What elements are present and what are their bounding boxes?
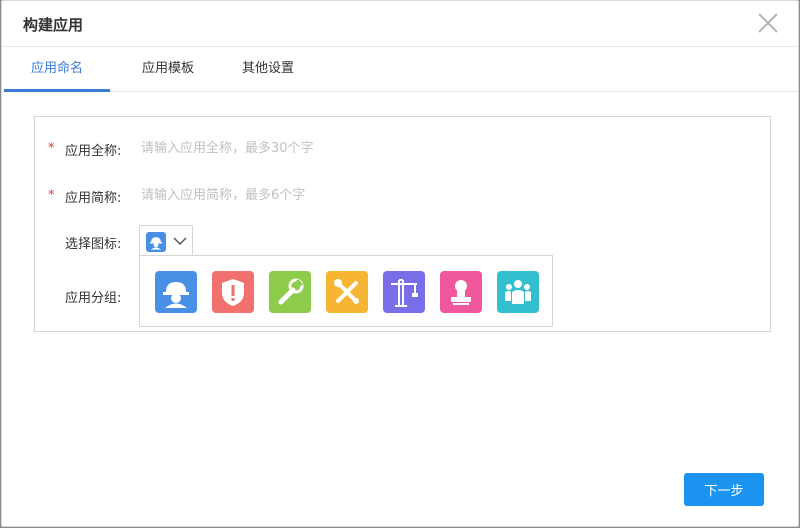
naming-form: * 应用全称: * 应用简称: 选择图标: 应用分组: [34, 116, 771, 332]
close-button[interactable] [756, 11, 780, 35]
tab-bar: 应用命名 应用模板 其他设置 [2, 47, 798, 92]
shield-alert-icon [222, 279, 244, 306]
group-label: 应用分组: [65, 291, 122, 306]
dialog-title: 构建应用 [23, 16, 84, 34]
next-step-button[interactable]: 下一步 [684, 473, 764, 506]
required-mark: * [48, 188, 55, 203]
tools-icon [334, 279, 359, 304]
icon-option-stamp[interactable] [440, 271, 482, 313]
icon-option-worker-helmet[interactable] [155, 271, 197, 313]
icon-option-tools[interactable] [326, 271, 368, 313]
full-name-input[interactable] [141, 137, 561, 159]
icon-option-wrench[interactable] [269, 271, 311, 313]
chevron-down-icon [173, 237, 187, 246]
stamp-icon [451, 280, 471, 305]
icon-option-team[interactable] [497, 271, 539, 313]
wrench-icon [278, 278, 304, 305]
tab-label: 应用模板 [141, 61, 194, 76]
icon-select-label: 选择图标: [65, 237, 122, 252]
icon-option-tower-crane[interactable] [383, 271, 425, 313]
worker-helmet-icon [163, 282, 189, 308]
short-name-input[interactable] [141, 184, 561, 206]
required-mark: * [48, 141, 55, 156]
tab-label: 应用命名 [30, 61, 83, 76]
icon-select-dropdown[interactable] [139, 225, 193, 255]
build-app-dialog: 构建应用 应用命名 应用模板 其他设置 * 应用全称: * 应用简称: 选择图标… [1, 0, 799, 527]
team-icon [505, 280, 531, 304]
dialog-header: 构建应用 [2, 1, 798, 47]
tab-app-template[interactable]: 应用模板 [115, 47, 221, 92]
tower-crane-icon [391, 279, 418, 307]
close-icon [758, 13, 778, 33]
tab-label: 其他设置 [241, 61, 294, 76]
tab-app-naming[interactable]: 应用命名 [4, 47, 110, 92]
full-name-label: 应用全称: [65, 144, 122, 159]
short-name-label: 应用简称: [65, 191, 122, 206]
worker-helmet-icon [146, 232, 166, 252]
icon-option-shield-alert[interactable] [212, 271, 254, 313]
icon-picker-panel [139, 255, 553, 327]
tab-other-settings[interactable]: 其他设置 [215, 47, 321, 92]
